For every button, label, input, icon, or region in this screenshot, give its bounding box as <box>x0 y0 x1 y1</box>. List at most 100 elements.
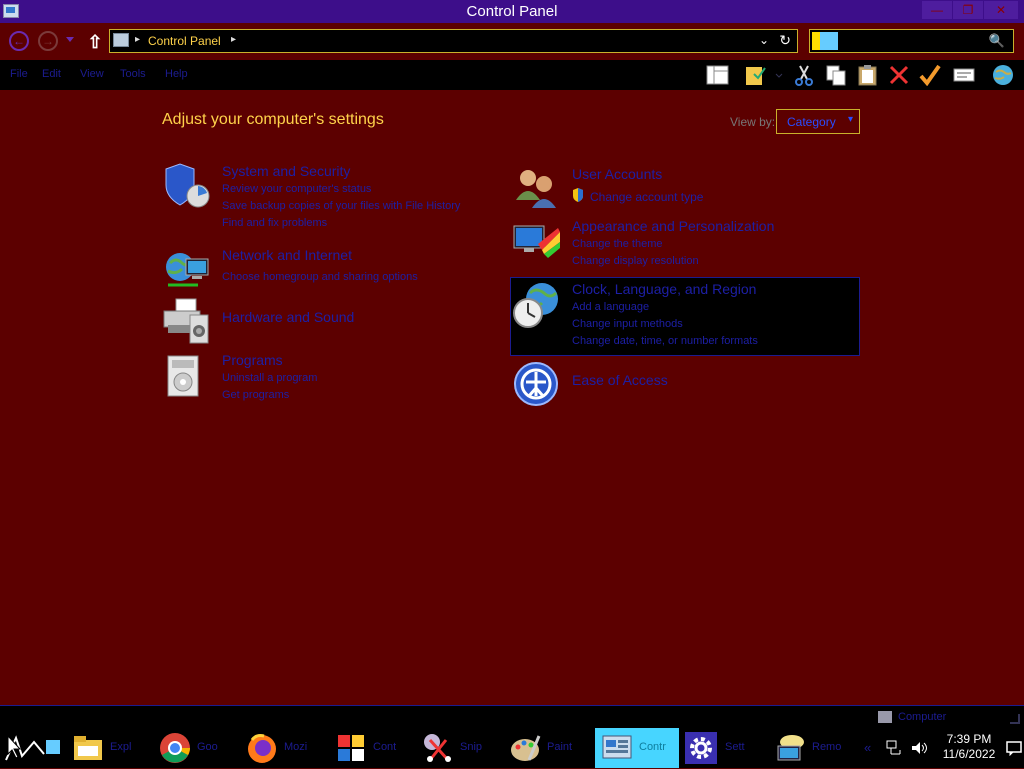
delete-icon[interactable] <box>887 64 911 86</box>
category-title[interactable]: System and Security <box>222 163 350 179</box>
menu-edit[interactable]: Edit <box>42 68 61 80</box>
taskbar-item-label: Snip <box>460 741 483 753</box>
category-link[interactable]: Uninstall a program <box>222 372 317 384</box>
folder-check-icon[interactable] <box>744 64 768 86</box>
category-title[interactable]: Programs <box>222 352 283 368</box>
control-panel-icon <box>601 732 633 764</box>
taskbar-item-paint[interactable]: Paint <box>503 728 583 768</box>
clock-time: 7:39 PM <box>946 732 992 746</box>
up-button[interactable]: ⇧ <box>86 32 104 52</box>
view-by-label: View by: <box>730 115 776 129</box>
category-link[interactable]: Change account type <box>590 190 703 204</box>
search-input[interactable]: 🔍 <box>809 29 1014 53</box>
taskbar-item-control-panel[interactable]: Cont <box>329 728 409 768</box>
breadcrumb-separator-icon[interactable]: ▸ <box>231 34 236 45</box>
taskbar-item-control-panel-active[interactable]: Contr <box>595 728 679 768</box>
printer-icon[interactable] <box>162 297 210 345</box>
category-link[interactable]: Review your computer's status <box>222 183 371 195</box>
taskbar-item-explorer[interactable]: Expl <box>66 728 146 768</box>
taskbar-item-label: Goo <box>197 741 218 753</box>
control-panel-icon <box>335 732 367 764</box>
taskbar-clock[interactable]: 7:39 PM 11/6/2022 <box>938 732 1000 762</box>
taskbar-item-label: Expl <box>110 741 132 753</box>
resize-grip-icon[interactable] <box>1010 714 1020 724</box>
file-explorer-icon <box>72 732 104 764</box>
taskbar-item-label: Remo <box>812 741 842 753</box>
cut-icon[interactable] <box>792 64 816 86</box>
paste-icon[interactable] <box>856 64 880 86</box>
category-title[interactable]: Ease of Access <box>572 372 668 388</box>
refresh-button[interactable]: ↻ <box>779 32 791 49</box>
category-link[interactable]: Add a language <box>572 301 649 313</box>
search-icon[interactable]: 🔍 <box>989 33 1005 49</box>
category-user-accounts: User Accounts Change account type <box>512 166 852 214</box>
paint-icon <box>509 732 541 764</box>
clock-globe-icon[interactable] <box>512 281 560 329</box>
taskbar-item-label: Contr <box>639 741 666 753</box>
menu-tools[interactable]: Tools <box>120 68 146 80</box>
tray-expand-icon[interactable]: « <box>864 740 871 755</box>
volume-icon[interactable] <box>910 740 928 756</box>
programs-icon[interactable] <box>162 352 210 400</box>
network-globe-icon[interactable] <box>162 247 210 295</box>
category-title[interactable]: Network and Internet <box>222 247 352 263</box>
taskbar-item-chrome[interactable]: Goo <box>153 728 233 768</box>
taskbar-item-firefox[interactable]: Mozi <box>240 728 320 768</box>
layout-icon[interactable] <box>706 64 730 86</box>
notification-icon[interactable] <box>1006 740 1022 756</box>
category-link[interactable]: Change display resolution <box>572 255 699 267</box>
category-appearance-personalization: Appearance and Personalization Change th… <box>512 218 852 270</box>
breadcrumb-control-panel[interactable]: Control Panel <box>148 34 221 48</box>
status-bar: Computer <box>0 705 1024 728</box>
back-button[interactable]: ← <box>9 31 29 51</box>
category-system-security: System and Security Review your computer… <box>162 163 492 233</box>
navigation-bar: ← → ⇧ ▸ Control Panel ▸ ⌄ ↻ 🔍 <box>0 23 1024 60</box>
category-link[interactable]: Get programs <box>222 389 289 401</box>
taskbar-item-remote-desktop[interactable]: Remo <box>768 728 848 768</box>
firefox-icon <box>246 732 278 764</box>
remote-desktop-icon <box>774 732 806 764</box>
network-icon[interactable] <box>886 740 902 756</box>
recent-locations-icon[interactable] <box>66 37 74 42</box>
view-by-select[interactable]: Category ▾ <box>776 109 860 134</box>
category-title[interactable]: Appearance and Personalization <box>572 218 774 234</box>
category-title[interactable]: User Accounts <box>572 166 662 182</box>
address-bar[interactable]: ▸ Control Panel ▸ ⌄ ↻ <box>109 29 798 53</box>
breadcrumb-separator-icon[interactable]: ▸ <box>135 34 140 45</box>
category-title[interactable]: Hardware and Sound <box>222 309 354 325</box>
shield-icon[interactable] <box>162 163 210 211</box>
category-link[interactable]: Change input methods <box>572 318 683 330</box>
taskbar-item-snipping[interactable]: Snip <box>416 728 496 768</box>
minimize-button[interactable]: — <box>922 1 952 19</box>
address-dropdown-icon[interactable]: ⌄ <box>759 33 769 47</box>
status-zone-label: Computer <box>898 711 947 723</box>
chevron-down-icon: ▾ <box>847 114 853 125</box>
taskbar-item-label: Mozi <box>284 741 308 753</box>
menu-help[interactable]: Help <box>165 68 188 80</box>
category-title[interactable]: Clock, Language, and Region <box>572 281 756 297</box>
maximize-button[interactable]: ❐ <box>953 1 983 19</box>
menu-file[interactable]: File <box>10 68 28 80</box>
copy-icon[interactable] <box>824 64 848 86</box>
category-link[interactable]: Find and fix problems <box>222 217 327 229</box>
dropdown-icon[interactable] <box>774 64 784 86</box>
category-link[interactable]: Save backup copies of your files with Fi… <box>222 200 460 212</box>
cursor-icon <box>4 732 62 764</box>
category-ease-of-access: Ease of Access <box>512 360 852 408</box>
taskbar-item-cursor[interactable] <box>0 728 66 768</box>
users-icon[interactable] <box>512 166 560 214</box>
category-link[interactable]: Change date, time, or number formats <box>572 335 758 347</box>
close-button[interactable]: ✕ <box>984 1 1018 19</box>
globe-icon[interactable] <box>990 64 1014 86</box>
window-title: Control Panel <box>466 3 558 20</box>
appearance-icon[interactable] <box>512 218 560 266</box>
forward-button[interactable]: → <box>38 31 58 51</box>
category-link[interactable]: Choose homegroup and sharing options <box>222 271 418 283</box>
taskbar-item-settings[interactable]: Sett <box>681 728 761 768</box>
ease-of-access-icon[interactable] <box>512 360 560 408</box>
category-hardware-sound: Hardware and Sound <box>162 297 492 347</box>
properties-icon[interactable] <box>952 64 976 86</box>
menu-view[interactable]: View <box>80 68 104 80</box>
category-link[interactable]: Change the theme <box>572 238 663 250</box>
checkmark-icon[interactable] <box>918 64 942 87</box>
